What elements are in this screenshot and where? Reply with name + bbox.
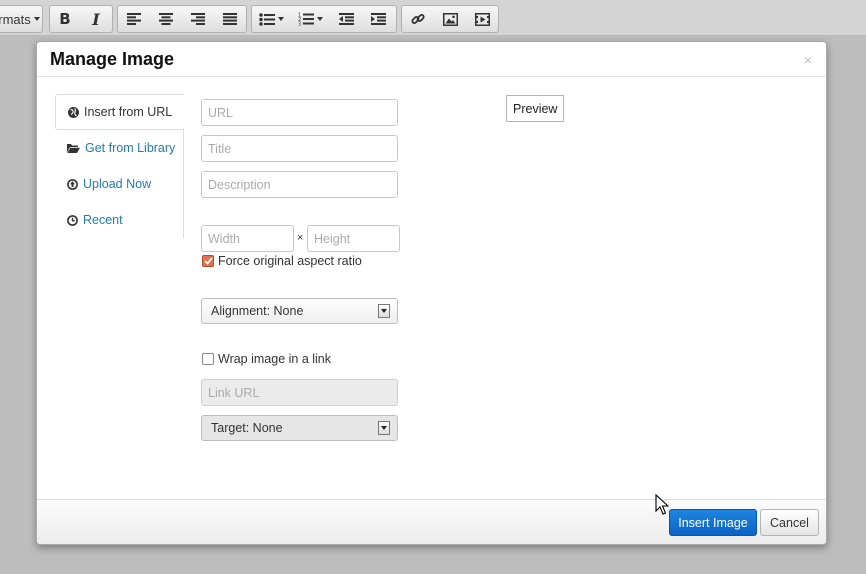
italic-icon: I <box>92 9 100 29</box>
title-input[interactable] <box>201 135 398 162</box>
outdent-button[interactable] <box>330 6 362 32</box>
formats-label: rmats <box>0 11 31 27</box>
aspect-ratio-checkbox[interactable] <box>202 255 214 267</box>
indent-icon <box>370 13 386 25</box>
formats-group: rmats <box>0 5 43 33</box>
numbered-list-button[interactable]: 123 <box>290 6 330 32</box>
editor-toolbar: rmats B I 123 <box>0 0 866 36</box>
target-value: Target: None <box>211 421 283 435</box>
outdent-icon <box>338 13 354 25</box>
checkmark-icon <box>203 257 213 265</box>
manage-image-dialog: Manage Image × Insert from URL Get from … <box>36 41 827 545</box>
alignment-group <box>117 5 247 33</box>
media-icon <box>474 12 490 26</box>
align-left-button[interactable] <box>118 6 150 32</box>
formats-dropdown[interactable]: rmats <box>0 6 40 32</box>
list-group: 123 <box>251 5 397 33</box>
tab-label: Insert from URL <box>84 105 173 119</box>
dialog-footer: Insert Image Cancel <box>37 499 826 544</box>
chevron-down-icon <box>378 421 390 435</box>
chevron-down-icon <box>378 304 390 318</box>
text-style-group: B I <box>49 5 113 33</box>
description-input[interactable] <box>201 171 398 198</box>
italic-button[interactable]: I <box>80 6 112 32</box>
alignment-value: Alignment: None <box>211 304 304 318</box>
align-right-button[interactable] <box>182 6 214 32</box>
clock-icon <box>67 214 78 226</box>
insert-image-button[interactable]: Insert Image <box>669 509 757 536</box>
svg-text:3: 3 <box>298 22 301 27</box>
tab-label: Get from Library <box>85 141 176 155</box>
bold-icon: B <box>59 10 71 28</box>
bold-button[interactable]: B <box>50 6 80 32</box>
wrap-link-row[interactable]: Wrap image in a link <box>202 352 331 366</box>
wrap-link-label: Wrap image in a link <box>218 352 332 366</box>
cancel-button[interactable]: Cancel <box>760 509 819 536</box>
align-justify-button[interactable] <box>214 6 246 32</box>
align-center-icon <box>159 13 173 25</box>
wrap-link-checkbox[interactable] <box>202 353 214 365</box>
bullet-list-button[interactable] <box>252 6 290 32</box>
preview-button[interactable]: Preview <box>506 95 565 122</box>
image-icon <box>442 12 458 26</box>
insert-image-button[interactable] <box>434 6 466 32</box>
aspect-ratio-label: Force original aspect ratio <box>218 254 362 268</box>
insert-media-button[interactable] <box>466 6 498 32</box>
width-input[interactable] <box>201 225 294 252</box>
align-justify-icon <box>223 13 237 25</box>
globe-icon <box>68 106 79 118</box>
dialog-header: Manage Image × <box>37 42 826 77</box>
tab-recent[interactable]: Recent <box>55 202 184 238</box>
close-icon[interactable]: × <box>804 52 812 68</box>
chevron-down-icon <box>316 17 323 21</box>
bullet-list-icon <box>258 12 275 26</box>
align-right-icon <box>191 13 205 25</box>
chevron-down-icon <box>277 17 284 21</box>
link-icon <box>411 14 425 24</box>
link-url-input[interactable] <box>201 379 398 406</box>
align-left-icon <box>127 13 141 25</box>
tab-upload-now[interactable]: Upload Now <box>55 166 184 202</box>
height-input[interactable] <box>307 225 400 252</box>
aspect-ratio-row[interactable]: Force original aspect ratio <box>202 254 362 268</box>
numbered-list-icon: 123 <box>298 13 314 27</box>
tab-label: Recent <box>83 213 123 227</box>
alignment-select[interactable]: Alignment: None <box>201 298 398 324</box>
mouse-pointer-icon <box>655 494 669 515</box>
tab-get-from-library[interactable]: Get from Library <box>55 130 184 166</box>
upload-icon <box>67 178 78 190</box>
folder-open-icon <box>67 143 80 153</box>
indent-button[interactable] <box>362 6 394 32</box>
tab-label: Upload Now <box>83 177 152 191</box>
insert-link-button[interactable] <box>402 6 434 32</box>
dimension-separator: × <box>297 232 304 244</box>
insert-group <box>401 5 499 33</box>
url-input[interactable] <box>201 99 398 126</box>
dialog-title: Manage Image <box>50 49 175 69</box>
align-center-button[interactable] <box>150 6 182 32</box>
tabs-divider <box>183 128 184 238</box>
tab-insert-from-url[interactable]: Insert from URL <box>55 94 184 130</box>
chevron-down-icon <box>33 17 40 21</box>
target-select[interactable]: Target: None <box>201 415 398 441</box>
